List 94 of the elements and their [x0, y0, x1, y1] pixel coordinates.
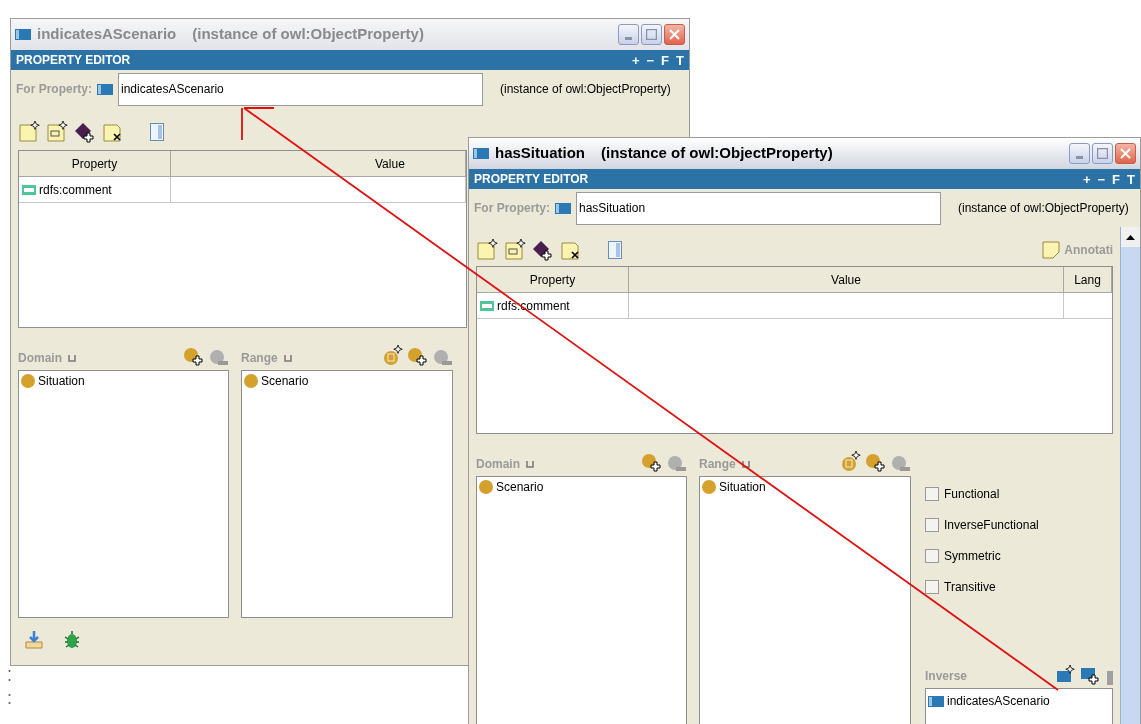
property-icon — [97, 83, 113, 95]
section-label: Domain — [18, 350, 62, 367]
checkbox[interactable] — [925, 517, 939, 532]
window-title: indicatesAScenario — [37, 24, 177, 45]
scrollbar[interactable] — [1120, 227, 1140, 724]
close-button[interactable] — [664, 24, 685, 45]
minimize-button[interactable] — [1069, 143, 1090, 164]
list-item[interactable]: Situation — [38, 372, 85, 390]
maximize-button[interactable] — [1092, 143, 1113, 164]
panel-icon[interactable] — [608, 240, 622, 259]
header-button[interactable]: − — [1097, 172, 1106, 186]
maximize-button[interactable] — [641, 24, 662, 45]
header-button[interactable]: T — [1127, 172, 1135, 186]
class-icon — [479, 480, 493, 494]
class-icon — [21, 374, 35, 388]
header-button[interactable]: + — [1082, 172, 1091, 186]
checkbox-label: Transitive — [944, 578, 996, 596]
create-class-icon[interactable] — [841, 451, 861, 473]
field-label: For Property: — [474, 200, 550, 217]
column-header[interactable]: Property — [477, 267, 629, 293]
property-icon — [15, 29, 31, 40]
maximize-icon — [1097, 148, 1108, 159]
maximize-icon — [646, 29, 657, 40]
window-title: hasSituation — [495, 143, 585, 164]
close-icon — [669, 29, 680, 40]
annotation-note-icon[interactable] — [1042, 240, 1061, 259]
class-icon — [244, 374, 258, 388]
new-document-icon[interactable] — [46, 121, 68, 143]
annotation-label: Annotati — [1064, 241, 1113, 259]
section-label: Range — [699, 456, 736, 473]
property-type: (instance of owl:ObjectProperty) — [958, 200, 1129, 217]
checkbox-label: Symmetric — [944, 547, 1001, 565]
section-label: Range — [241, 350, 278, 367]
property-icon — [555, 202, 571, 214]
add-property-icon[interactable] — [74, 121, 96, 143]
add-class-icon[interactable] — [865, 453, 887, 473]
field-label: For Property: — [16, 81, 92, 98]
header-button[interactable]: − — [646, 53, 655, 67]
header-button[interactable]: T — [676, 53, 684, 67]
add-property-icon[interactable] — [1081, 665, 1101, 685]
checkbox[interactable] — [925, 548, 939, 563]
checkbox[interactable] — [925, 486, 939, 501]
checkbox[interactable] — [925, 579, 939, 594]
delete-note-icon[interactable] — [102, 121, 124, 143]
property-icon — [473, 148, 489, 159]
property-type: (instance of owl:ObjectProperty) — [500, 81, 671, 98]
property-name-field[interactable]: hasSituation — [576, 191, 941, 225]
annotation-property-icon — [480, 301, 494, 311]
header-button[interactable]: + — [631, 53, 640, 67]
window-subtitle: (instance of owl:ObjectProperty) — [601, 143, 833, 164]
close-icon — [1120, 148, 1131, 159]
header-title: PROPERTY EDITOR — [16, 52, 131, 69]
new-note-icon[interactable] — [18, 121, 40, 143]
minimize-button[interactable] — [618, 24, 639, 45]
list-item[interactable]: Scenario — [496, 478, 544, 496]
checkbox-label: Functional — [944, 485, 1000, 503]
list-item[interactable]: indicatesAScenario — [947, 692, 1050, 710]
panel-icon[interactable] — [150, 123, 164, 141]
create-class-icon[interactable] — [383, 345, 403, 367]
union-icon — [283, 354, 292, 362]
list-item[interactable]: Scenario — [261, 372, 309, 390]
union-icon — [526, 460, 534, 468]
minimize-icon — [1076, 156, 1083, 159]
column-header[interactable]: Property — [19, 151, 171, 176]
scroll-up-icon — [1126, 234, 1135, 240]
header-button[interactable]: F — [1112, 172, 1121, 186]
column-header[interactable]: Value — [171, 151, 466, 176]
header-button[interactable]: F — [661, 53, 670, 67]
close-button[interactable] — [1115, 143, 1136, 164]
add-property-icon[interactable] — [532, 238, 554, 261]
property-icon — [928, 695, 944, 707]
column-header[interactable]: Value — [629, 267, 1064, 293]
union-icon — [68, 354, 76, 362]
add-class-icon[interactable] — [641, 453, 663, 473]
create-property-icon[interactable] — [1057, 665, 1075, 685]
column-header[interactable]: Lang — [1064, 267, 1112, 293]
property-name-field[interactable]: indicatesAScenario — [118, 72, 483, 106]
download-icon[interactable] — [24, 630, 44, 650]
new-document-icon[interactable] — [504, 238, 526, 261]
header-title: PROPERTY EDITOR — [474, 171, 589, 188]
window-subtitle: (instance of owl:ObjectProperty) — [192, 24, 424, 45]
add-class-icon[interactable] — [407, 347, 429, 367]
annotation-property-icon — [22, 184, 36, 195]
union-icon — [741, 460, 750, 468]
add-class-icon[interactable] — [183, 347, 205, 367]
table-cell[interactable]: rdfs:comment — [39, 180, 112, 199]
section-label: Inverse — [925, 668, 968, 685]
list-item[interactable]: Situation — [719, 478, 766, 496]
section-label: Domain — [476, 456, 520, 473]
bug-icon[interactable] — [64, 630, 80, 650]
class-icon — [702, 480, 716, 494]
new-note-icon[interactable] — [476, 238, 498, 261]
minimize-icon — [625, 37, 632, 40]
checkbox-label: InverseFunctional — [944, 516, 1039, 534]
